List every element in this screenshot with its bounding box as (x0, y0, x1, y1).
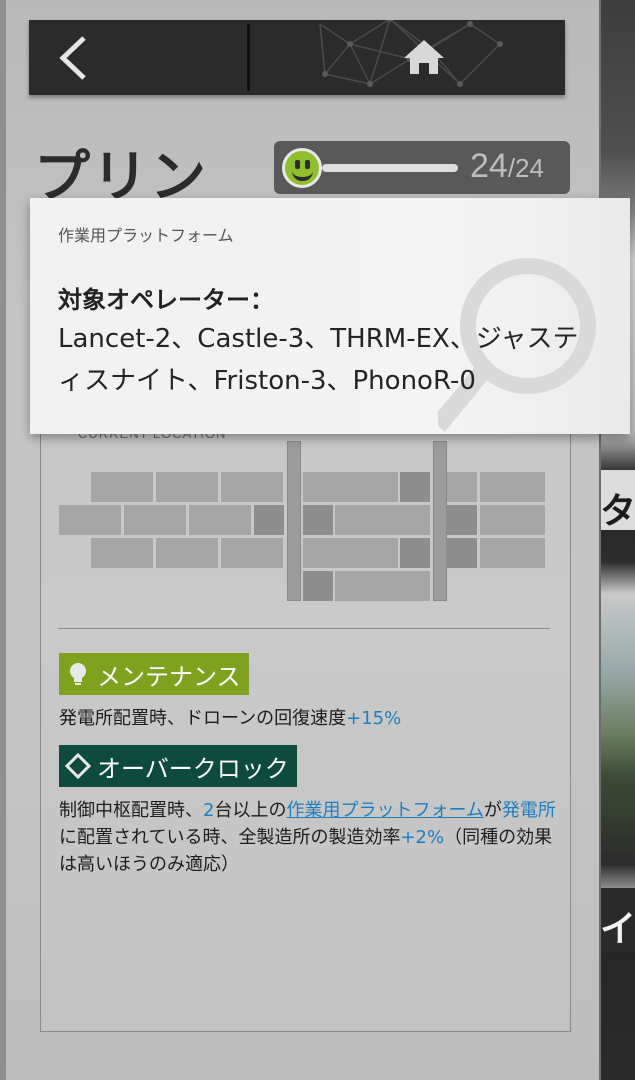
desc-part: に配置されている時、全製造所の製造効率 (59, 827, 401, 848)
mood-current: 24 (470, 147, 508, 185)
skill-desc-overclock: 制御中枢配置時、2台以上の作業用プラットフォームが発電所に配置されている時、全製… (59, 797, 565, 878)
mood-gauge: 24/24 (274, 141, 570, 194)
desc-bonus: +2% (400, 827, 445, 848)
side-card-b-label: イル (600, 909, 635, 950)
mood-bar-fill (322, 164, 458, 172)
skill-maintenance: メンテナンス 発電所配置時、ドローンの回復速度+15% (59, 653, 565, 732)
back-button[interactable] (29, 20, 247, 95)
desc-count: 2 (203, 800, 215, 821)
desc-part: 制御中枢配置時、 (59, 800, 203, 821)
desc-part: 台以上の (214, 800, 287, 821)
base-layout-map[interactable] (59, 441, 549, 601)
smiley-icon (282, 148, 322, 188)
diamond-icon (64, 752, 92, 780)
skill-desc-text: 発電所配置時、ドローンの回復速度 (59, 708, 347, 729)
skill-badge-maintenance[interactable]: メンテナンス (59, 653, 249, 695)
skill-name-maintenance: メンテナンス (97, 662, 241, 691)
section-divider (58, 628, 550, 629)
desc-part: が (483, 800, 502, 821)
panel-edge (0, 0, 6, 1080)
mood-max: /24 (507, 153, 544, 183)
mood-bar (322, 164, 458, 172)
skill-overclock: オーバークロック 制御中枢配置時、2台以上の作業用プラットフォームが発電所に配置… (59, 745, 565, 878)
skill-badge-overclock[interactable]: オーバークロック (59, 745, 297, 787)
skill-desc-maintenance: 発電所配置時、ドローンの回復速度+15% (59, 705, 565, 732)
side-card-a-label: タグ (600, 491, 635, 532)
skill-name-overclock: オーバークロック (97, 754, 289, 783)
lightbulb-icon (65, 661, 91, 687)
tooltip-title: 作業用プラットフォーム (58, 226, 234, 245)
top-navigation-bar (29, 20, 565, 95)
power-plant-term: 発電所 (501, 800, 556, 821)
mood-value: 24/24 (470, 147, 544, 186)
location-card: — CURRENT LOCATION (40, 380, 571, 1032)
home-icon (404, 40, 444, 74)
tooltip-heading: 対象オペレーター： (58, 286, 274, 314)
tooltip-body: Lancet-2、Castle-3、THRM-EX、ジャスティスナイト、Fris… (58, 324, 579, 396)
chevron-left-icon (59, 35, 86, 80)
platform-link[interactable]: 作業用プラットフォーム (286, 800, 483, 821)
operator-detail-panel: プリン 24/24 — CURRENT LOCATION (0, 0, 601, 1080)
skill-desc-value: +15% (346, 708, 402, 729)
home-button[interactable] (250, 20, 565, 95)
term-tooltip[interactable]: 作業用プラットフォーム 対象オペレーター： Lancet-2、Castle-3、… (30, 198, 630, 434)
